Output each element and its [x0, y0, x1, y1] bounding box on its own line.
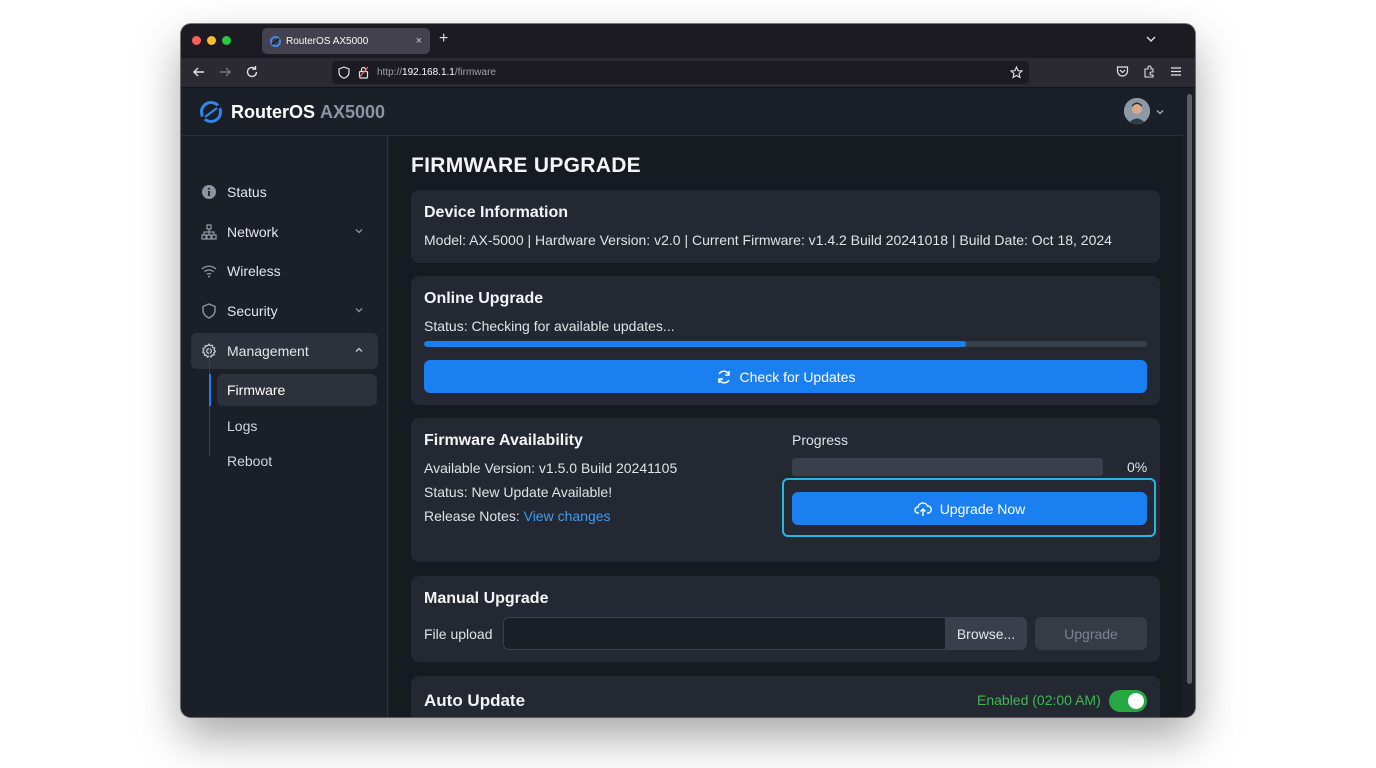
device-info-details: Model: AX-5000 | Hardware Version: v2.0 …	[424, 232, 1112, 248]
upgrade-progress-percent: 0%	[1127, 459, 1148, 475]
device-info-card: Device Information Model: AX-5000 | Hard…	[411, 190, 1160, 263]
network-icon	[201, 224, 217, 240]
avatar[interactable]	[1124, 98, 1150, 124]
toggle-knob	[1128, 693, 1144, 709]
progress-label: Progress	[792, 432, 849, 448]
online-upgrade-progress-bar	[424, 341, 1147, 347]
device-info-heading: Device Information	[424, 204, 569, 221]
sidebar-item-security[interactable]: Security	[191, 293, 378, 329]
sidebar-subitem-label: Logs	[227, 418, 258, 434]
upgrade-now-label: Upgrade Now	[939, 500, 1026, 517]
app-header: RouterOS AX5000	[181, 88, 1183, 136]
auto-update-toggle[interactable]	[1109, 690, 1147, 712]
reload-icon[interactable]	[245, 65, 259, 79]
check-for-updates-button[interactable]: Check for Updates	[424, 360, 1147, 393]
view-changes-link[interactable]: View changes	[524, 508, 611, 524]
auto-update-card: Auto Update Enabled (02:00 AM)	[411, 676, 1160, 717]
manual-upgrade-heading: Manual Upgrade	[424, 590, 549, 607]
address-bar[interactable]: http://192.168.1.1/firmware	[332, 61, 1029, 84]
online-upgrade-card: Online Upgrade Status: Checking for avai…	[411, 276, 1160, 405]
sidebar-item-label: Wireless	[227, 263, 281, 279]
sidebar-subitem-label: Reboot	[227, 453, 273, 469]
online-upgrade-status: Status: Checking for available updates..…	[424, 318, 675, 334]
sidebar: Status Network Wireless Security Managem…	[181, 136, 388, 717]
router-logo-icon	[200, 101, 222, 123]
manual-upgrade-card: Manual Upgrade File upload Browse... Upg…	[411, 576, 1160, 662]
sidebar-item-label: Network	[227, 224, 279, 240]
scrollbar-thumb[interactable]	[1187, 94, 1192, 684]
close-tab-icon[interactable]: ×	[416, 35, 422, 47]
online-upgrade-progress-fill	[424, 341, 967, 347]
manual-upgrade-button[interactable]: Upgrade	[1035, 617, 1147, 650]
sidebar-item-status[interactable]: Status	[191, 174, 378, 210]
extensions-icon[interactable]	[1143, 65, 1156, 78]
auto-update-status: Enabled (02:00 AM)	[977, 692, 1101, 708]
brand-model: AX5000	[320, 101, 386, 122]
maximize-window-button[interactable]	[222, 36, 231, 45]
shield-icon[interactable]	[338, 66, 350, 79]
upgrade-now-button[interactable]: Upgrade Now	[792, 492, 1147, 525]
bookmark-star-icon[interactable]	[1010, 66, 1023, 79]
router-logo-icon	[270, 35, 281, 47]
scrollbar[interactable]	[1184, 88, 1195, 717]
file-upload-input[interactable]	[503, 617, 946, 650]
refresh-icon	[716, 369, 732, 385]
close-window-button[interactable]	[192, 36, 201, 45]
new-tab-button[interactable]: +	[439, 30, 448, 48]
firmware-availability-card: Firmware Availability Available Version:…	[411, 418, 1160, 562]
availability-status: Status: New Update Available!	[424, 484, 613, 500]
browse-button[interactable]: Browse...	[945, 617, 1027, 650]
browser-nav-bar: http://192.168.1.1/firmware	[181, 58, 1195, 88]
browser-tab-bar: RouterOS AX5000 × +	[181, 24, 1195, 58]
sidebar-item-network[interactable]: Network	[191, 214, 378, 250]
brand-name: RouterOS	[231, 101, 316, 122]
sidebar-item-wireless[interactable]: Wireless	[191, 253, 378, 289]
brand[interactable]: RouterOS AX5000	[199, 100, 385, 124]
sidebar-subitem-firmware[interactable]: Firmware	[209, 374, 377, 406]
online-upgrade-heading: Online Upgrade	[424, 290, 544, 307]
availability-heading: Firmware Availability	[424, 432, 583, 449]
cloud-upload-icon	[914, 501, 932, 517]
chevron-up-icon	[355, 347, 363, 352]
forward-arrow-icon[interactable]	[218, 65, 232, 79]
release-notes-label: Release Notes:	[424, 508, 520, 524]
auto-update-heading: Auto Update	[424, 691, 526, 710]
user-avatar-icon	[1124, 98, 1150, 124]
sidebar-item-management[interactable]: Management	[191, 333, 378, 369]
available-version: Available Version: v1.5.0 Build 20241105	[424, 460, 678, 476]
sidebar-item-label: Status	[227, 184, 267, 200]
sidebar-item-label: Security	[227, 303, 278, 319]
pocket-icon[interactable]	[1116, 65, 1129, 78]
shield-icon	[201, 303, 217, 319]
file-upload-label: File upload	[424, 626, 493, 642]
sidebar-subitem-reboot[interactable]: Reboot	[217, 445, 377, 477]
sidebar-item-label: Management	[227, 343, 309, 359]
url-text[interactable]: http://192.168.1.1/firmware	[377, 67, 496, 78]
chevron-down-icon	[355, 229, 363, 234]
sidebar-subitem-label: Firmware	[227, 382, 286, 398]
chevron-down-icon[interactable]	[1145, 33, 1157, 45]
info-icon	[201, 184, 217, 200]
main-content: FIRMWARE UPGRADE Device Information Mode…	[389, 136, 1183, 717]
back-arrow-icon[interactable]	[192, 65, 206, 79]
browser-tab[interactable]: RouterOS AX5000 ×	[262, 28, 430, 54]
minimize-window-button[interactable]	[207, 36, 216, 45]
sidebar-subitem-logs[interactable]: Logs	[217, 410, 377, 442]
tab-title: RouterOS AX5000	[286, 35, 369, 47]
upgrade-progress-bar	[792, 458, 1103, 476]
menu-icon[interactable]	[1170, 65, 1182, 78]
wifi-icon	[201, 263, 217, 279]
chevron-down-icon	[355, 308, 363, 313]
lock-icon[interactable]	[358, 66, 369, 79]
release-notes: Release Notes: View changes	[424, 508, 611, 524]
page-title: FIRMWARE UPGRADE	[411, 154, 641, 177]
browser-window: RouterOS AX5000 × + http://192.168.1.1/f…	[181, 24, 1195, 717]
check-for-updates-label: Check for Updates	[739, 368, 856, 385]
chevron-down-icon[interactable]	[1155, 107, 1165, 117]
